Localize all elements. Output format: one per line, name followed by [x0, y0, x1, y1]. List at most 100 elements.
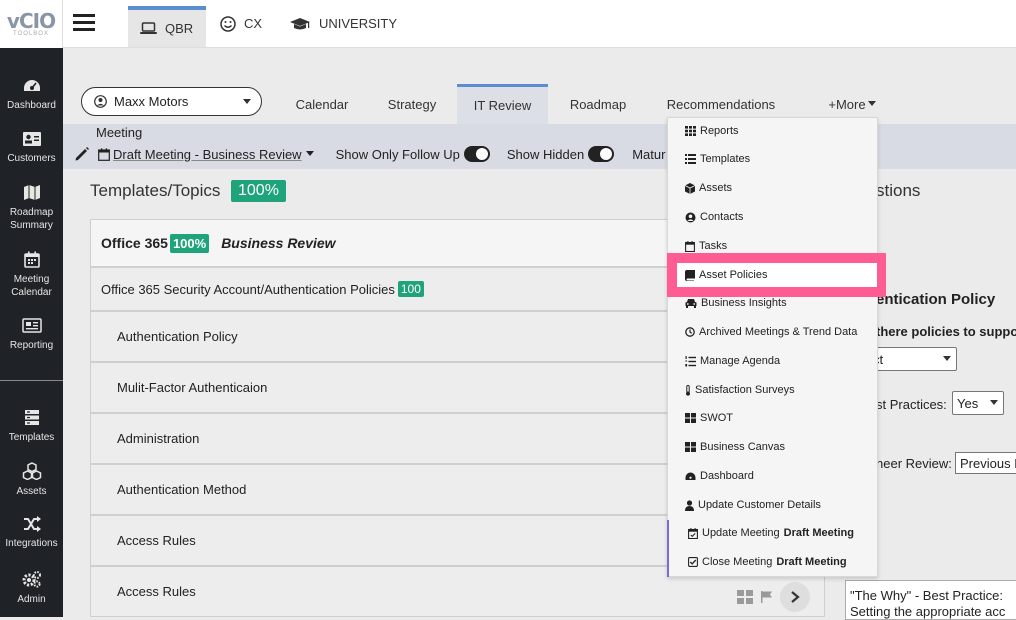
sidebar-divider [0, 380, 63, 381]
smile-icon [220, 15, 236, 32]
th-large-icon[interactable] [736, 589, 754, 605]
user-icon [685, 499, 694, 511]
sidebar-item-roadmap-summary[interactable]: Roadmap Summary [0, 184, 63, 232]
menu-item-label: Update Meeting [702, 527, 780, 539]
menu-item-update-meeting[interactable]: Update Meeting Draft Meeting [688, 527, 854, 539]
group-name: Office 365 [101, 235, 168, 251]
sidebar-item-customers[interactable]: Customers [0, 131, 63, 165]
newspaper-icon [21, 318, 42, 333]
sidebar: vCIO TOOLBOX Dashboard Customers Roadmap… [0, 0, 63, 617]
menu-item-update-customer-details[interactable]: Update Customer Details [685, 499, 821, 511]
tab-qbr[interactable]: QBR [128, 6, 206, 47]
th-large-icon [685, 442, 696, 452]
logo[interactable]: vCIO TOOLBOX [0, 0, 63, 48]
thermometer-icon [686, 384, 690, 396]
calendar-icon [23, 251, 40, 268]
best-practices-select[interactable]: Yes [952, 391, 1004, 415]
show-hidden-toggle[interactable] [588, 146, 615, 162]
address-card-icon [22, 132, 41, 146]
group-row[interactable]: Office 365 100% Business Review [90, 219, 670, 267]
menu-item-label: Close Meeting [702, 556, 773, 568]
menu-item-label: Archived Meetings & Trend Data [699, 326, 858, 338]
topic-row[interactable]: Authentication Method [90, 464, 670, 515]
engineer-review-select[interactable]: Previous R [955, 452, 1016, 474]
menu-item-label: Update Customer Details [698, 499, 821, 511]
tab-roadmap[interactable]: Roadmap [562, 84, 634, 124]
category-name: Office 365 Security Account/Authenticati… [101, 281, 395, 297]
laptop-icon [140, 22, 157, 34]
sidebar-item-integrations[interactable]: Integrations [0, 516, 63, 550]
menu-item-reports[interactable]: Reports [685, 125, 739, 137]
tab-it-review[interactable]: IT Review [457, 84, 548, 124]
th-large-icon [685, 413, 696, 423]
tab-strategy[interactable]: Strategy [378, 84, 446, 124]
menu-item-close-meeting[interactable]: Close Meeting Draft Meeting [688, 556, 847, 568]
tab-cx[interactable]: CX [220, 0, 262, 47]
group-percent-badge: 100% [169, 233, 210, 253]
category-row[interactable]: Office 365 Security Account/Authenticati… [90, 267, 670, 311]
menu-item-assets[interactable]: Assets [685, 182, 732, 194]
sidebar-item-meeting-calendar[interactable]: Meeting Calendar [0, 251, 63, 299]
follow-up-toggle[interactable] [463, 146, 490, 162]
menu-item-business-canvas[interactable]: Business Canvas [685, 441, 785, 453]
clock-icon [685, 327, 695, 337]
menu-item-templates[interactable]: Templates [685, 153, 750, 165]
hamburger-menu-icon[interactable] [73, 13, 95, 36]
meeting-controls: Draft Meeting - Business Review Show Onl… [74, 145, 665, 163]
caret-down-icon [243, 99, 251, 104]
menu-item-label: Templates [700, 153, 751, 165]
calendar-icon [685, 240, 695, 252]
topic-row[interactable]: Administration [90, 413, 670, 464]
menu-item-tasks[interactable]: Tasks [685, 240, 727, 252]
tab-university[interactable]: UNIVERSITY [289, 0, 397, 47]
cube-icon [685, 182, 695, 194]
flag-icon[interactable] [760, 590, 774, 604]
menu-item-label: Asset Policies [699, 269, 768, 281]
menu-item-manage-agenda[interactable]: Manage Agenda [685, 355, 780, 367]
menu-item-meeting-name: Draft Meeting [776, 556, 847, 568]
menu-item-asset-policies[interactable]: Asset Policies [685, 269, 767, 281]
topic-row[interactable]: Authentication Policy [90, 311, 670, 362]
follow-up-label: Show Only Follow Up [335, 146, 460, 162]
menu-item-label: Business Canvas [700, 441, 785, 453]
menu-item-label: Manage Agenda [700, 355, 781, 367]
group-subtitle: Business Review [221, 235, 336, 251]
list-ol-icon [685, 355, 696, 366]
sidebar-item-admin[interactable]: Admin [0, 570, 63, 606]
menu-item-dashboard[interactable]: Dashboard [685, 470, 754, 482]
sidebar-item-assets[interactable]: Assets [0, 462, 63, 498]
row-actions [736, 582, 810, 612]
menu-item-label: Reports [700, 125, 739, 137]
sidebar-item-reporting[interactable]: Reporting [0, 318, 63, 352]
sidebar-item-label: Integrations [5, 538, 58, 549]
caret-down-icon[interactable] [305, 151, 314, 157]
sidebar-item-label: Meeting Calendar [11, 274, 52, 298]
layers-icon [24, 410, 39, 425]
graduation-cap-icon [290, 17, 310, 29]
category-percent-badge: 100 [397, 281, 424, 297]
sidebar-item-dashboard[interactable]: Dashboard [0, 78, 63, 112]
list-icon [685, 154, 696, 164]
engineer-review-value: Previous R [960, 455, 1016, 471]
question-text: there policies to suppo [876, 324, 1016, 339]
menu-item-satisfaction-surveys[interactable]: Satisfaction Surveys [685, 384, 795, 396]
sidebar-item-templates[interactable]: Templates [0, 408, 63, 444]
menu-item-archived-meetings[interactable]: Archived Meetings & Trend Data [685, 326, 857, 338]
tab-calendar[interactable]: Calendar [286, 84, 358, 124]
customer-select[interactable]: Maxx Motors [81, 87, 262, 116]
logo-subtext: TOOLBOX [13, 31, 49, 37]
menu-item-swot[interactable]: SWOT [685, 412, 733, 424]
sidebar-item-label: Customers [7, 153, 56, 164]
caret-down-icon [867, 101, 876, 106]
random-icon [23, 516, 41, 532]
top-bar: QBR CX UNIVERSITY [63, 0, 1016, 48]
pencil-icon[interactable] [74, 146, 90, 162]
chevron-right-icon[interactable] [780, 582, 810, 612]
menu-item-business-insights[interactable]: Business Insights [685, 297, 787, 309]
menu-item-contacts[interactable]: Contacts [685, 211, 743, 223]
topic-row[interactable]: Mulit-Factor Authenticaion [90, 362, 670, 413]
cubes-icon [22, 462, 41, 480]
book-icon [685, 269, 695, 281]
meeting-select[interactable]: Draft Meeting - Business Review [113, 147, 302, 162]
topic-row[interactable]: Access Rules [90, 515, 670, 566]
